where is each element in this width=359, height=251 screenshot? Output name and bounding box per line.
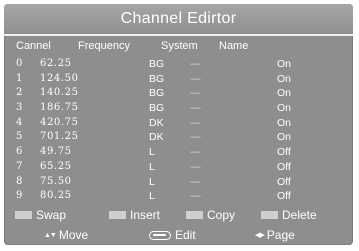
channel-frequency: 75.50 — [40, 175, 72, 187]
channel-frequency: 186.75 — [40, 102, 79, 114]
channel-name: ---- — [190, 131, 201, 144]
channel-row[interactable]: 6 49.75 L ---- Off — [4, 146, 353, 161]
up-down-arrow-icon: ▲▼ — [44, 231, 57, 239]
channel-state: Off — [277, 146, 291, 159]
move-label: Move — [58, 228, 89, 242]
channel-state: Off — [277, 190, 291, 203]
channel-number: 3 — [16, 102, 23, 114]
channel-number: 4 — [16, 116, 23, 128]
channel-state: On — [277, 102, 292, 115]
channel-system: L — [149, 146, 155, 159]
delete-label: Delete — [282, 208, 317, 222]
channel-row[interactable]: 3 186.75 BG ---- On — [4, 102, 353, 117]
navigation-hints: ▲▼ Move Edit ◀▶ Page — [4, 228, 353, 244]
channel-frequency: 62.25 — [40, 58, 72, 69]
channel-frequency: 65.25 — [40, 160, 72, 172]
channel-name: ---- — [190, 72, 201, 85]
channel-state: On — [277, 72, 292, 85]
delete-key[interactable]: Delete — [261, 208, 317, 222]
swap-color-swatch — [15, 211, 32, 219]
channel-name: ---- — [190, 102, 201, 115]
channel-system: DK — [149, 116, 164, 129]
channel-state: On — [277, 87, 292, 100]
channel-name: ---- — [190, 87, 201, 100]
column-header-name: Name — [219, 40, 249, 52]
insert-label: Insert — [130, 208, 161, 222]
insert-color-swatch — [109, 211, 126, 219]
left-right-arrow-icon: ◀▶ — [255, 232, 265, 239]
channel-list: 0 62.25 BG ---- On 1 124.50 BG ---- On 2 140.25 BG --… — [4, 58, 353, 205]
channel-state: On — [277, 116, 292, 129]
channel-system: BG — [149, 87, 165, 100]
channel-number: 0 — [16, 58, 23, 69]
insert-key[interactable]: Insert — [109, 208, 160, 222]
window-title: Channel Edirtor — [4, 4, 353, 36]
column-header-system: System — [161, 40, 198, 52]
channel-row[interactable]: 8 75.50 L ---- Off — [4, 176, 353, 191]
channel-system: BG — [149, 58, 165, 70]
channel-row[interactable]: 2 140.25 BG ---- On — [4, 87, 353, 102]
channel-number: 1 — [16, 72, 23, 84]
channel-system: L — [149, 175, 155, 188]
channel-system: DK — [149, 131, 164, 144]
channel-row[interactable]: 5 701.25 DK ---- On — [4, 131, 353, 146]
channel-name: ---- — [190, 116, 201, 129]
channel-name: ---- — [190, 190, 201, 203]
edit-hint[interactable]: Edit — [149, 228, 196, 242]
page-hint[interactable]: ◀▶ Page — [255, 228, 295, 242]
channel-name: ---- — [190, 160, 201, 173]
channel-system: BG — [149, 102, 165, 115]
channel-frequency: 124.50 — [40, 72, 79, 84]
channel-state: Off — [277, 175, 291, 188]
channel-state: On — [277, 58, 292, 70]
color-key-legend: Swap Insert Copy Delete — [4, 208, 353, 224]
edit-label: Edit — [175, 228, 196, 242]
channel-name: ---- — [190, 175, 201, 188]
channel-number: 7 — [16, 160, 23, 172]
channel-system: L — [149, 190, 155, 203]
swap-label: Swap — [36, 208, 67, 222]
channel-frequency: 420.75 — [40, 116, 79, 128]
column-header-channel: Cannel — [16, 40, 51, 52]
channel-frequency: 701.25 — [40, 131, 79, 143]
channel-frequency: 49.75 — [40, 146, 72, 158]
swap-key[interactable]: Swap — [15, 208, 66, 222]
channel-state: On — [277, 131, 292, 144]
channel-frequency: 140.25 — [40, 87, 79, 99]
channel-number: 8 — [16, 175, 23, 187]
channel-name: ---- — [190, 146, 201, 159]
page-label: Page — [266, 228, 295, 242]
channel-editor-window: Channel Edirtor Cannel Frequency System … — [4, 4, 353, 245]
channel-row[interactable]: 7 65.25 L ---- Off — [4, 161, 353, 176]
channel-system: L — [149, 160, 155, 173]
column-header-row: Cannel Frequency System Name — [4, 40, 353, 54]
channel-number: 5 — [16, 131, 23, 143]
ok-button-icon — [149, 230, 171, 240]
channel-number: 2 — [16, 87, 23, 99]
column-header-frequency: Frequency — [78, 40, 130, 52]
channel-row[interactable]: 1 124.50 BG ---- On — [4, 73, 353, 88]
channel-row[interactable]: 4 420.75 DK ---- On — [4, 117, 353, 132]
channel-number: 6 — [16, 146, 23, 158]
channel-row[interactable]: 0 62.25 BG ---- On — [4, 58, 353, 73]
channel-frequency: 80.25 — [40, 190, 72, 202]
channel-state: Off — [277, 160, 291, 173]
channel-number: 9 — [16, 190, 23, 202]
channel-name: ---- — [190, 58, 201, 70]
channel-row[interactable]: 9 80.25 L ---- Off — [4, 190, 353, 205]
move-hint[interactable]: ▲▼ Move — [44, 228, 88, 242]
copy-label: Copy — [207, 208, 236, 222]
channel-system: BG — [149, 72, 165, 85]
copy-key[interactable]: Copy — [186, 208, 235, 222]
delete-color-swatch — [261, 211, 278, 219]
copy-color-swatch — [186, 211, 203, 219]
